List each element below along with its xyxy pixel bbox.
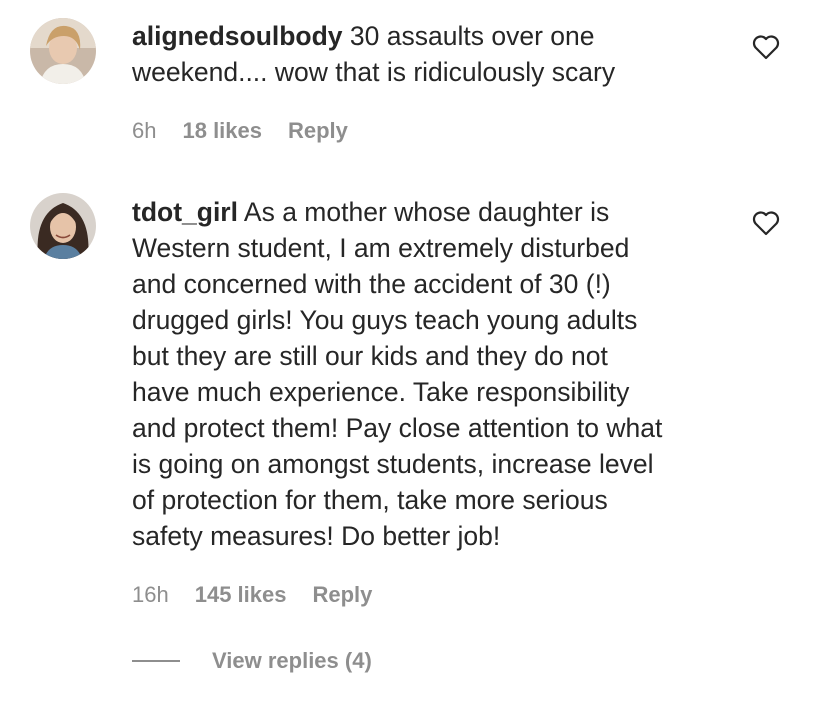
comment-body: tdot_girl As a mother whose daughter is … bbox=[132, 194, 732, 554]
avatar[interactable] bbox=[30, 193, 96, 259]
comment-text: As a mother whose daughter is Western st… bbox=[132, 197, 663, 551]
like-button[interactable] bbox=[752, 34, 780, 60]
comment-username[interactable]: tdot_girl bbox=[132, 197, 238, 227]
comment-username[interactable]: alignedsoulbody bbox=[132, 21, 343, 51]
comment-likes[interactable]: 18 likes bbox=[182, 118, 262, 144]
heart-icon bbox=[752, 211, 780, 236]
comment-likes[interactable]: 145 likes bbox=[195, 582, 287, 608]
avatar-image-icon bbox=[30, 18, 96, 84]
reply-button[interactable]: Reply bbox=[288, 118, 348, 144]
avatar-image-icon bbox=[30, 193, 96, 259]
reply-button[interactable]: Reply bbox=[312, 582, 372, 608]
view-replies-button[interactable]: View replies (4) bbox=[132, 648, 372, 674]
like-button[interactable] bbox=[752, 210, 780, 236]
comment-time: 6h bbox=[132, 118, 157, 143]
comment-time: 16h bbox=[132, 582, 169, 607]
comment-meta: 16h 145 likes Reply bbox=[132, 582, 372, 608]
avatar[interactable] bbox=[30, 18, 96, 84]
divider-line bbox=[132, 660, 180, 662]
comment-meta: 6h 18 likes Reply bbox=[132, 118, 348, 144]
heart-icon bbox=[752, 35, 780, 60]
comment-body: alignedsoulbody 30 assaults over one wee… bbox=[132, 18, 732, 90]
view-replies-label[interactable]: View replies (4) bbox=[212, 648, 372, 674]
